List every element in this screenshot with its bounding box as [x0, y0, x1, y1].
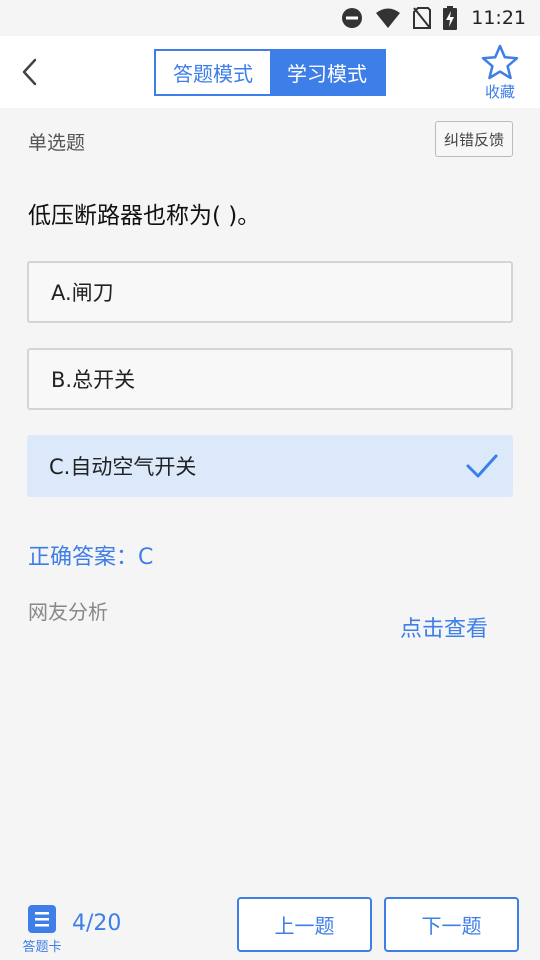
option-c[interactable]: C.自动空气开关	[27, 435, 513, 497]
view-analysis-link[interactable]: 点击查看	[400, 611, 488, 643]
next-question-button[interactable]: 下一题	[384, 897, 519, 952]
list-icon	[28, 905, 56, 933]
option-label: B.总开关	[51, 368, 136, 392]
star-icon	[481, 44, 519, 80]
do-not-disturb-icon	[342, 8, 363, 28]
analysis-label: 网友分析	[28, 600, 108, 624]
mode-switch: 答题模式 学习模式	[154, 49, 386, 96]
battery-charging-icon	[443, 6, 458, 30]
option-a[interactable]: A.闸刀	[27, 261, 513, 323]
tab-study-mode[interactable]: 学习模式	[270, 51, 384, 94]
question-progress: 4/20	[72, 911, 122, 936]
back-button[interactable]	[14, 54, 44, 90]
favorite-button[interactable]: 收藏	[476, 44, 524, 106]
question-type: 单选题	[28, 132, 86, 154]
prev-question-button[interactable]: 上一题	[237, 897, 372, 952]
top-nav: 答题模式 学习模式 收藏	[0, 36, 540, 108]
feedback-button[interactable]: 纠错反馈	[435, 121, 513, 157]
chevron-left-icon	[22, 58, 37, 86]
option-b[interactable]: B.总开关	[27, 348, 513, 410]
option-label: C.自动空气开关	[49, 455, 197, 479]
no-sim-icon	[413, 7, 432, 29]
answer-card-button[interactable]: 答题卡	[20, 904, 64, 956]
status-time: 11:21	[471, 7, 526, 29]
wifi-icon	[376, 8, 401, 28]
checkmark-icon	[466, 454, 498, 478]
status-bar: 11:21	[0, 0, 540, 36]
favorite-label: 收藏	[484, 83, 515, 101]
question-text: 低压断路器也称为( )。	[28, 203, 261, 229]
answer-card-label: 答题卡	[22, 940, 62, 955]
correct-answer: 正确答案：C	[28, 545, 154, 570]
option-label: A.闸刀	[51, 281, 114, 305]
tab-answer-mode[interactable]: 答题模式	[156, 51, 270, 94]
